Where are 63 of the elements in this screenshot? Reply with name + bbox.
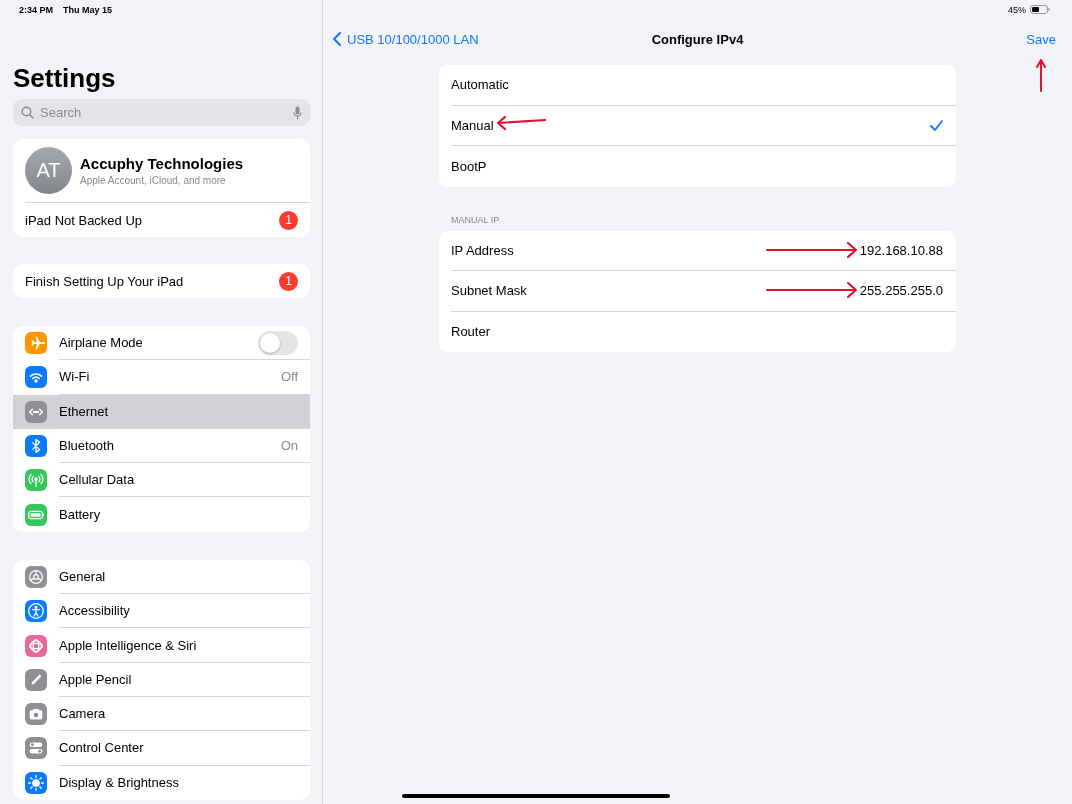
section-header: MANUAL IP	[450, 214, 501, 225]
status-date: Thu May 15	[63, 4, 113, 15]
sidebar-item[interactable]: Cellular Data	[13, 463, 310, 498]
field-value[interactable]: 255.255.255.0	[859, 283, 943, 299]
method-option[interactable]: BootP	[451, 146, 956, 187]
item-label: Wi-Fi	[59, 369, 90, 385]
sidebar-item[interactable]: Apple Pencil	[13, 662, 310, 697]
sidebar-item[interactable]: Accessibility	[13, 594, 310, 629]
item-label: Bluetooth	[59, 438, 114, 454]
notification-badge: 1	[279, 271, 298, 291]
notification-badge: 1	[279, 210, 298, 230]
sidebar-item[interactable]: Control Center	[13, 731, 310, 766]
search-input[interactable]: Search	[40, 105, 287, 120]
field-label: Subnet Mask	[451, 283, 527, 299]
option-label: Automatic	[451, 77, 509, 93]
item-label: Display & Brightness	[59, 775, 179, 791]
battery-icon	[1030, 5, 1050, 14]
sidebar-item[interactable]: General	[13, 559, 310, 595]
sidebar-item[interactable]: Apple Intelligence & Siri	[13, 628, 310, 663]
method-option[interactable]: Manual	[451, 105, 956, 146]
option-label: BootP	[451, 158, 487, 174]
field-value[interactable]: 192.168.10.88	[859, 242, 943, 258]
option-label: Manual	[451, 117, 494, 133]
setup-label: Finish Setting Up Your iPad	[25, 273, 184, 289]
save-link[interactable]: Save	[1026, 31, 1056, 47]
sidebar-item[interactable]: Battery	[13, 497, 310, 532]
search-icon	[21, 106, 34, 119]
item-label: Camera	[59, 706, 106, 722]
account-name: Accuphy Technologies	[80, 155, 244, 172]
sidebar-item[interactable]: Airplane Mode	[13, 326, 310, 361]
item-label: Airplane Mode	[59, 335, 143, 351]
item-label: General	[59, 568, 106, 584]
backup-alert-label: iPad Not Backed Up	[25, 212, 143, 228]
battery-percent: 45%	[1008, 4, 1026, 15]
sidebar-item[interactable]: Display & Brightness	[13, 765, 310, 800]
item-label: Apple Intelligence & Siri	[59, 637, 197, 653]
item-value: On	[280, 438, 298, 454]
item-label: Battery	[59, 507, 101, 523]
settings-title: Settings	[13, 63, 117, 93]
item-value: Off	[280, 369, 298, 385]
item-label: Apple Pencil	[59, 671, 132, 687]
field-label: IP Address	[451, 242, 514, 258]
avatar: AT	[25, 147, 72, 194]
page-title: Configure IPv4	[651, 31, 744, 47]
method-option[interactable]: Automatic	[451, 65, 956, 106]
item-label: Ethernet	[59, 403, 109, 419]
sidebar-item[interactable]: Camera	[13, 696, 310, 732]
setup-row[interactable]: Finish Setting Up Your iPad 1	[13, 264, 310, 298]
item-label: Cellular Data	[59, 472, 135, 488]
status-time: 2:34 PM	[19, 4, 53, 15]
toggle-switch[interactable]	[258, 330, 298, 355]
microphone-icon[interactable]	[293, 105, 302, 120]
sidebar-item[interactable]: Bluetooth On	[13, 428, 310, 464]
account-subtitle: Apple Account, iCloud, and more	[80, 175, 227, 186]
sidebar-item[interactable]: Ethernet	[13, 394, 310, 429]
item-label: Control Center	[59, 740, 144, 756]
back-link[interactable]: USB 10/100/1000 LAN	[333, 31, 479, 47]
field-label: Router	[451, 324, 491, 340]
account-card[interactable]: AT Accuphy Technologies Apple Account, iCloud, and more iPad Not Backed Up 1	[13, 139, 310, 237]
item-label: Accessibility	[59, 603, 130, 619]
sidebar-item[interactable]: Wi-Fi Off	[13, 360, 310, 395]
search-field[interactable]: Search	[13, 99, 310, 126]
back-chevron-icon	[333, 32, 341, 46]
